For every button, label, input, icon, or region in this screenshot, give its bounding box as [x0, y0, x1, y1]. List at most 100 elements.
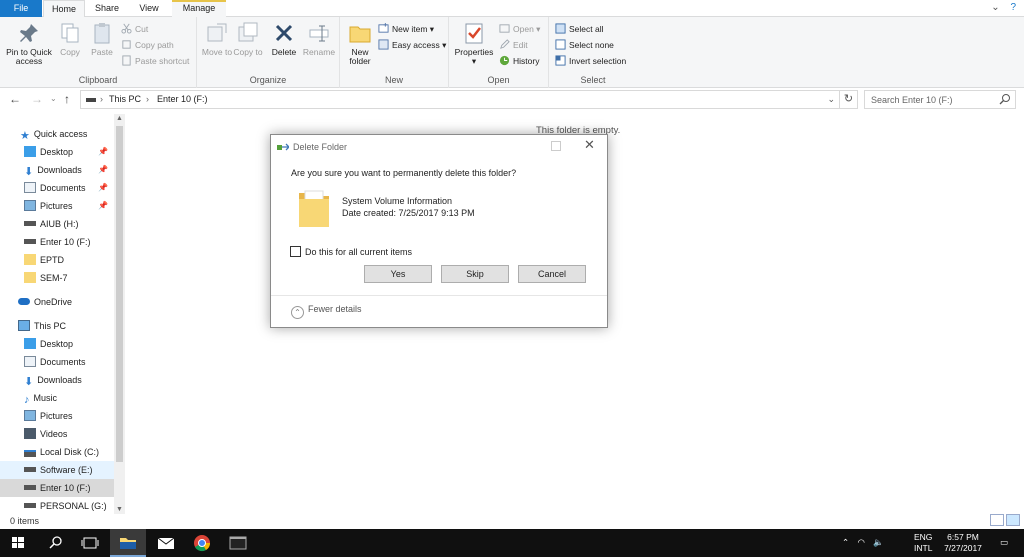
copy-path-button[interactable]: Copy path [121, 38, 174, 52]
new-item-button[interactable]: New item ▾ [378, 22, 434, 36]
cut-button[interactable]: Cut [121, 22, 148, 36]
forward-arrow-icon[interactable]: → [31, 92, 43, 106]
nav-downloads[interactable]: ⬇ Downloads 📌 [0, 161, 114, 179]
tab-home[interactable]: Home [43, 0, 85, 18]
search-taskbar-button[interactable] [38, 529, 74, 557]
refresh-button[interactable]: ↻ [840, 90, 858, 109]
nav-pc-desktop[interactable]: Desktop [0, 335, 114, 353]
properties-button[interactable]: Properties ▾ [452, 21, 496, 66]
nav-documents[interactable]: Documents 📌 [0, 179, 114, 197]
cancel-button[interactable]: Cancel [518, 265, 586, 283]
tab-file[interactable]: File [0, 0, 42, 17]
scroll-up-icon[interactable]: ▲ [114, 115, 125, 122]
nav-pc-videos[interactable]: Videos [0, 425, 114, 443]
details-view-icon[interactable] [990, 514, 1004, 526]
dialog-question: Are you sure you want to permanently del… [291, 168, 517, 178]
taskbar: ⌃ ◠ 🔈 ENG INTL 6:57 PM 7/27/2017 ▭ [0, 529, 1024, 557]
tab-manage[interactable]: Manage [172, 0, 226, 17]
nav-sem7[interactable]: SEM-7 [0, 269, 114, 287]
paste-shortcut-button[interactable]: Paste shortcut [121, 54, 189, 68]
history-button[interactable]: History [499, 54, 539, 68]
nav-local-disk-c[interactable]: Local Disk (C:) [0, 443, 114, 461]
paste-button[interactable]: Paste [87, 21, 117, 57]
tab-share[interactable]: Share [88, 0, 126, 17]
clipboard-group: Pin to Quick access Copy Paste Cut Copy … [0, 17, 197, 88]
scroll-down-icon[interactable]: ▼ [114, 506, 125, 513]
select-group: Select all Select none Invert selection … [549, 17, 637, 88]
action-center-icon[interactable]: ▭ [1000, 537, 1008, 557]
ribbon-controls: ⌄ ? [983, 2, 1016, 13]
show-hidden-icons-icon[interactable]: ⌃ [842, 537, 849, 547]
folder-name: System Volume Information [342, 196, 453, 206]
apply-to-all-label[interactable]: Do this for all current items [305, 247, 412, 257]
nav-onedrive[interactable]: OneDrive [0, 293, 114, 311]
nav-pc-pictures[interactable]: Pictures [0, 407, 114, 425]
clock[interactable]: 6:57 PM 7/27/2017 [940, 532, 986, 557]
edit-button[interactable]: Edit [499, 38, 528, 52]
mail-taskbar-button[interactable] [148, 529, 184, 557]
copy-button[interactable]: Copy [56, 21, 84, 57]
task-view-button[interactable] [72, 529, 108, 557]
close-icon[interactable]: ✕ [584, 137, 595, 153]
select-all-button[interactable]: Select all [555, 22, 604, 36]
nav-software-e[interactable]: Software (E:) [0, 461, 114, 479]
address-dropdown-icon[interactable]: ⌄ [827, 91, 835, 108]
start-button[interactable] [0, 529, 36, 557]
apply-to-all-checkbox[interactable] [290, 246, 301, 257]
nav-pc-downloads[interactable]: ⬇ Downloads [0, 371, 114, 389]
search-input[interactable]: Search Enter 10 (F:) [864, 90, 1016, 109]
nav-quick-access[interactable]: ★ Quick access [0, 125, 114, 143]
nav-desktop[interactable]: Desktop 📌 [0, 143, 114, 161]
copy-to-button[interactable]: Copy to [233, 21, 263, 57]
nav-eptd[interactable]: EPTD [0, 251, 114, 269]
nav-pc-documents[interactable]: Documents [0, 353, 114, 371]
breadcrumb-this-pc[interactable]: This PC [109, 91, 141, 108]
move-to-button[interactable]: Move to [201, 21, 233, 57]
scroll-thumb[interactable] [116, 126, 123, 462]
delete-button[interactable]: Delete [267, 21, 301, 57]
language-indicator[interactable]: ENG INTL [914, 532, 932, 557]
fewer-details-toggle[interactable]: ⌃ Fewer details [291, 304, 362, 319]
rename-button[interactable]: Rename [301, 21, 337, 57]
chrome-taskbar-button[interactable] [184, 529, 220, 557]
open-group: Properties ▾ Open ▾ Edit History Open [449, 17, 549, 88]
copy-icon [61, 23, 79, 43]
paste-icon [94, 23, 110, 44]
easy-access-icon [378, 39, 389, 50]
open-icon [499, 24, 510, 33]
recent-chevron-icon[interactable]: ⌄ [50, 94, 57, 103]
new-folder-button[interactable]: New folder [344, 21, 376, 66]
download-icon: ⬇ [24, 166, 34, 178]
tab-view[interactable]: View [130, 0, 168, 17]
yes-button[interactable]: Yes [364, 265, 432, 283]
pin-to-quick-access-button[interactable]: Pin to Quick access [4, 21, 54, 66]
large-icons-view-icon[interactable] [1006, 514, 1020, 526]
easy-access-button[interactable]: Easy access ▾ [378, 38, 446, 52]
network-icon[interactable]: ◠ [858, 537, 865, 547]
nav-this-pc[interactable]: This PC [0, 317, 114, 335]
open-button[interactable]: Open ▾ [499, 22, 540, 36]
volume-icon[interactable]: 🔈 [873, 537, 884, 547]
folder-icon [24, 254, 36, 265]
nav-personal-g[interactable]: PERSONAL (G:) [0, 497, 114, 515]
minimize-ribbon-icon[interactable]: ⌄ [991, 2, 999, 13]
nav-pc-music[interactable]: ♪ Music [0, 389, 114, 407]
cmd-taskbar-button[interactable] [220, 529, 256, 557]
invert-selection-button[interactable]: Invert selection [555, 54, 626, 68]
nav-scrollbar[interactable]: ▲ ▼ [114, 114, 125, 514]
nav-enter10-f[interactable]: Enter 10 (F:) [0, 479, 114, 497]
breadcrumb-drive[interactable]: Enter 10 (F:) [157, 91, 208, 108]
file-explorer-taskbar-button[interactable] [110, 529, 146, 557]
select-none-button[interactable]: Select none [555, 38, 614, 52]
windows-drive-icon [24, 450, 36, 457]
address-bar[interactable]: › This PC › Enter 10 (F:) ⌄ [80, 90, 840, 109]
skip-button[interactable]: Skip [441, 265, 509, 283]
nav-enter10-drive[interactable]: Enter 10 (F:) [0, 233, 114, 251]
nav-pictures[interactable]: Pictures 📌 [0, 197, 114, 215]
back-arrow-icon[interactable]: ← [9, 92, 21, 106]
up-arrow-icon[interactable]: ↑ [64, 92, 70, 106]
nav-aiub-drive[interactable]: AIUB (H:) [0, 215, 114, 233]
help-icon[interactable]: ? [1010, 2, 1016, 13]
desktop-icon [24, 338, 36, 349]
copy-to-icon [238, 22, 258, 42]
